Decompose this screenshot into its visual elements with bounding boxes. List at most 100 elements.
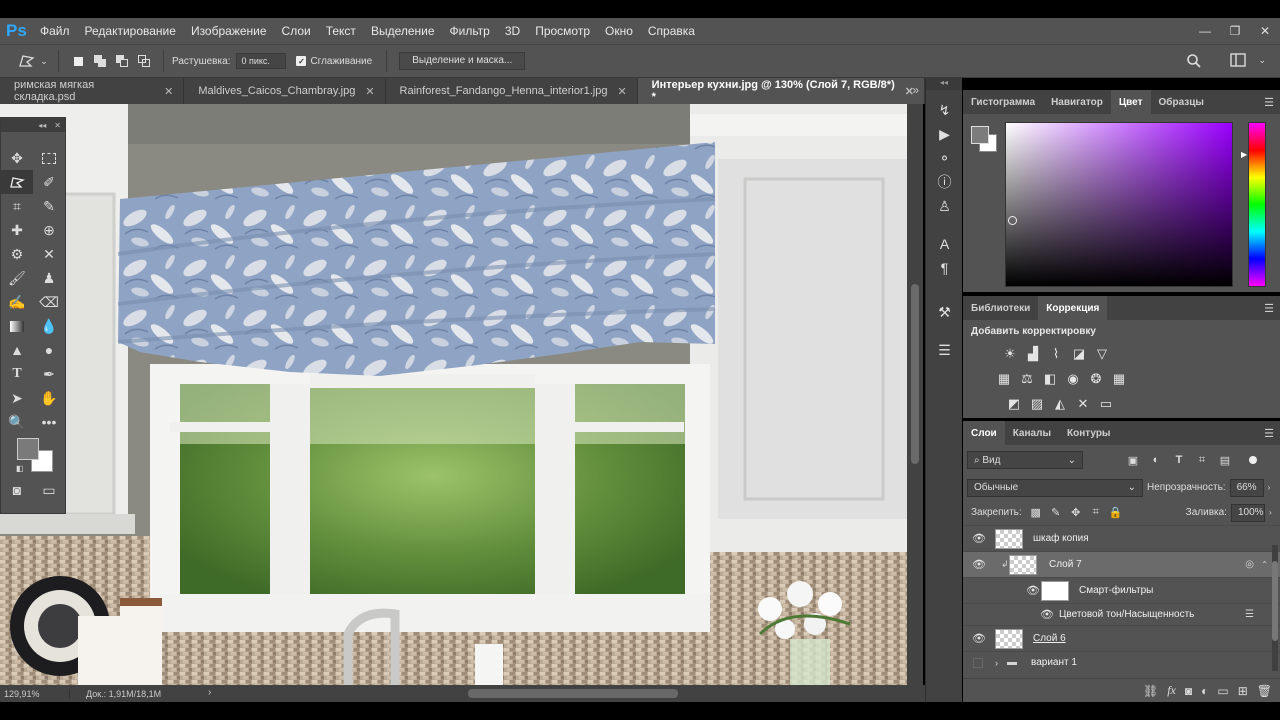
- close-button[interactable]: ✕: [1250, 24, 1280, 38]
- minimize-button[interactable]: —: [1190, 24, 1220, 38]
- screen-mode-icon[interactable]: ▭: [33, 478, 65, 502]
- info-icon[interactable]: ⓘ: [926, 170, 963, 194]
- document-canvas[interactable]: [0, 104, 907, 685]
- tab-channels[interactable]: Каналы: [1005, 421, 1059, 445]
- workspace-chevron-icon[interactable]: ⌄: [1258, 55, 1266, 66]
- tab-color[interactable]: Цвет: [1110, 90, 1151, 114]
- tab-swatches[interactable]: Образцы: [1151, 90, 1212, 114]
- menu-edit[interactable]: Редактирование: [85, 24, 176, 38]
- invert-icon[interactable]: ◩: [1005, 395, 1023, 413]
- color-picker-cursor[interactable]: [1008, 216, 1017, 225]
- brightness-contrast-icon[interactable]: ☀: [1001, 345, 1019, 363]
- layer-row[interactable]: 👁 Слой 6: [963, 625, 1280, 651]
- gradient-tool-icon[interactable]: [1, 314, 33, 338]
- blend-mode-select[interactable]: Обычные ⌄: [967, 478, 1143, 497]
- new-group-icon[interactable]: ▭: [1217, 684, 1228, 698]
- more-tools-icon[interactable]: •••: [33, 410, 65, 434]
- filter-pixel-icon[interactable]: ▣: [1123, 454, 1143, 467]
- properties-icon[interactable]: ☰: [926, 338, 963, 362]
- posterize-icon[interactable]: ▨: [1028, 395, 1046, 413]
- marquee-tool-icon[interactable]: [33, 146, 65, 170]
- menu-view[interactable]: Просмотр: [535, 24, 590, 38]
- horizontal-scrollbar[interactable]: [236, 689, 896, 698]
- layer-name[interactable]: Слой 7: [1049, 559, 1082, 570]
- hue-slider-arrow-icon[interactable]: ▶: [1241, 150, 1247, 159]
- menu-type[interactable]: Текст: [326, 24, 356, 38]
- lock-position-icon[interactable]: ✥: [1066, 506, 1086, 519]
- lock-transparency-icon[interactable]: ▩: [1026, 506, 1046, 519]
- spot-healing-tool-icon[interactable]: ✚: [1, 218, 33, 242]
- content-aware-move-icon[interactable]: ✕: [33, 242, 65, 266]
- character-icon[interactable]: A: [926, 232, 963, 256]
- curves-icon[interactable]: ⌇: [1047, 345, 1065, 363]
- menu-select[interactable]: Выделение: [371, 24, 435, 38]
- new-layer-icon[interactable]: ⊞: [1238, 684, 1248, 698]
- dodge-tool-icon[interactable]: ▲: [1, 338, 33, 362]
- tab-paths[interactable]: Контуры: [1059, 421, 1118, 445]
- eyedropper-tool-icon[interactable]: ✎: [33, 194, 65, 218]
- menu-image[interactable]: Изображение: [191, 24, 267, 38]
- add-to-selection-icon[interactable]: [89, 50, 111, 72]
- eye-icon[interactable]: 👁: [971, 558, 987, 571]
- hue-saturation-icon[interactable]: ▦: [995, 370, 1013, 388]
- tab-document-active[interactable]: Интерьер кухни.jpg @ 130% (Слой 7, RGB/8…: [637, 78, 925, 104]
- tab-histogram[interactable]: Гистограмма: [963, 90, 1043, 114]
- status-menu-chevron-icon[interactable]: ›: [208, 687, 211, 698]
- blur-tool-icon[interactable]: 💧: [33, 314, 65, 338]
- crop-tool-icon[interactable]: ⌗: [1, 194, 33, 218]
- lock-artboard-icon[interactable]: ⌗: [1086, 506, 1106, 519]
- group-expand-icon[interactable]: ›: [995, 658, 998, 668]
- exposure-icon[interactable]: ◪: [1070, 345, 1088, 363]
- filter-shape-icon[interactable]: ⌗: [1192, 454, 1212, 467]
- hue-slider[interactable]: [1248, 122, 1266, 287]
- stamp-tool-icon[interactable]: ♟: [33, 266, 65, 290]
- black-white-icon[interactable]: ◧: [1041, 370, 1059, 388]
- restore-button[interactable]: ❐: [1220, 24, 1250, 38]
- menu-3d[interactable]: 3D: [505, 24, 520, 38]
- eye-icon[interactable]: 👁: [971, 632, 987, 645]
- dock-collapse-icon[interactable]: ◂◂: [926, 78, 962, 90]
- filter-toggle[interactable]: [1249, 456, 1257, 464]
- subtract-from-selection-icon[interactable]: [111, 50, 133, 72]
- tab-layers[interactable]: Слои: [963, 421, 1005, 445]
- patch-tool-icon[interactable]: ⊕: [33, 218, 65, 242]
- tab-adjustments[interactable]: Коррекция: [1038, 296, 1108, 320]
- selective-color-icon[interactable]: ✕: [1074, 395, 1092, 413]
- menu-file[interactable]: Файл: [40, 24, 70, 38]
- type-tool-icon[interactable]: T: [1, 362, 33, 386]
- filter-type-icon[interactable]: T: [1169, 454, 1189, 467]
- color-lookup-icon[interactable]: ▦: [1110, 370, 1128, 388]
- polygonal-lasso-tool-icon[interactable]: [16, 50, 38, 72]
- chevron-right-icon[interactable]: ›: [1269, 508, 1272, 517]
- close-icon[interactable]: ✕: [164, 85, 173, 98]
- opacity-input[interactable]: 66%: [1229, 478, 1264, 497]
- smart-filter-icon[interactable]: ◎: [1245, 559, 1254, 570]
- search-icon[interactable]: [1186, 53, 1202, 72]
- pen-tool-icon[interactable]: ✒: [33, 362, 65, 386]
- close-icon[interactable]: ✕: [54, 121, 61, 130]
- filter-options-icon[interactable]: ☰: [1245, 609, 1254, 620]
- delete-layer-icon[interactable]: 🗑: [1257, 684, 1272, 698]
- close-icon[interactable]: ✕: [365, 85, 374, 98]
- photo-filter-icon[interactable]: ◉: [1064, 370, 1082, 388]
- layer-name[interactable]: Слой 6: [1033, 633, 1066, 644]
- add-mask-icon[interactable]: ◙: [1185, 684, 1192, 698]
- layer-filter-select[interactable]: ⌕ Вид ⌄: [967, 451, 1083, 469]
- levels-icon[interactable]: ▟: [1024, 345, 1042, 363]
- tool-presets-icon[interactable]: ⚒: [926, 300, 963, 324]
- filter-row[interactable]: 👁 Цветовой тон/Насыщенность ☰: [963, 603, 1280, 625]
- libraries-icon[interactable]: ⚬: [926, 146, 963, 170]
- zoom-tool-icon[interactable]: 🔍: [1, 410, 33, 434]
- feather-input[interactable]: [236, 53, 287, 69]
- polygonal-lasso-tool-icon[interactable]: [1, 170, 33, 194]
- visibility-off-box[interactable]: [973, 657, 983, 668]
- intersect-selection-icon[interactable]: [133, 50, 155, 72]
- antialias-checkbox[interactable]: ✓: [296, 56, 307, 66]
- fill-input[interactable]: 100%: [1230, 503, 1265, 522]
- eye-icon[interactable]: 👁: [1025, 584, 1041, 597]
- scroll-thumb[interactable]: [911, 284, 919, 464]
- tab-document-2[interactable]: Maldives_Caicos_Chambray.jpg ✕: [184, 78, 386, 104]
- layer-style-icon[interactable]: fx: [1167, 683, 1176, 698]
- menu-layers[interactable]: Слои: [282, 24, 311, 38]
- layer-group-row[interactable]: › ▬ вариант 1: [963, 651, 1280, 673]
